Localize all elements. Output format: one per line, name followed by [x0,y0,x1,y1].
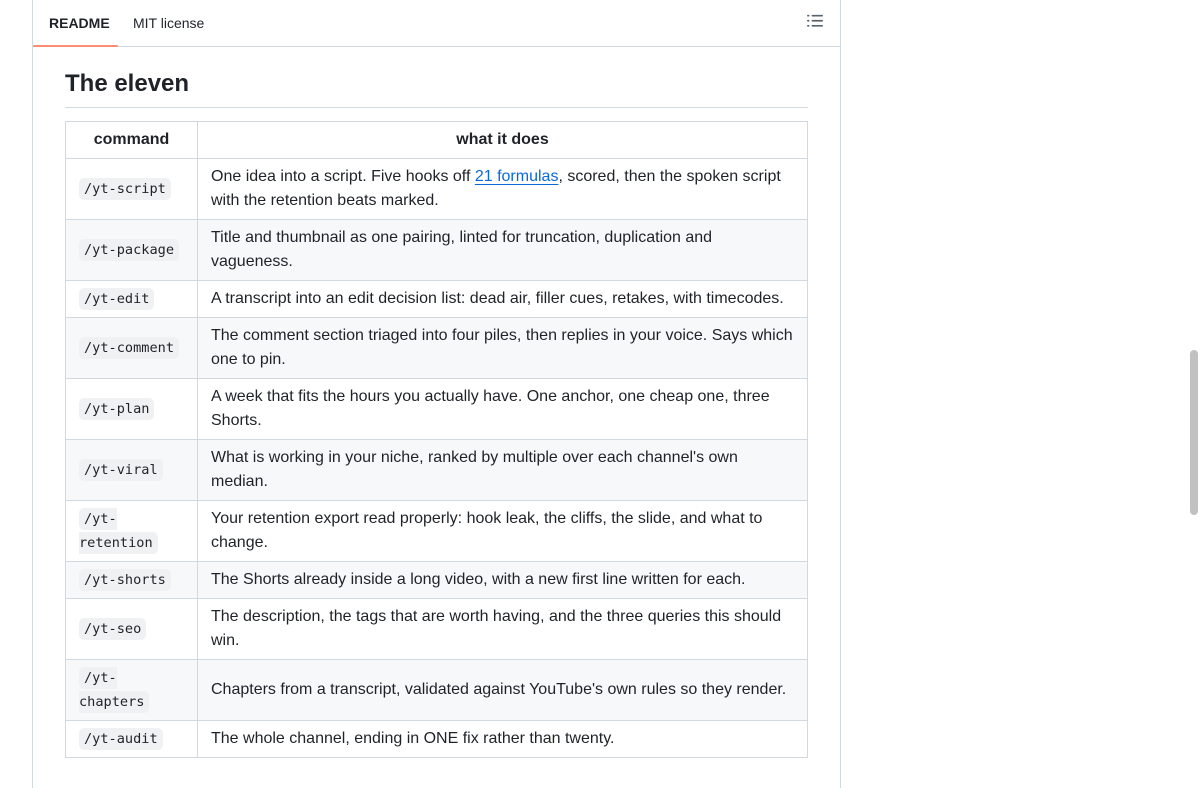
table-row: /yt-script One idea into a script. Five … [65,158,808,220]
description-cell: A week that fits the hours you actually … [197,378,808,440]
command-code: /yt-shorts [79,569,171,591]
command-cell: /yt-seo [65,598,198,660]
command-cell: /yt-package [65,219,198,281]
command-code: /yt-package [79,239,180,261]
command-code: /yt-plan [79,398,155,420]
column-header-command: command [65,121,198,159]
command-cell: /yt-comment [65,317,198,379]
table-row: /yt-seo The description, the tags that a… [65,598,808,660]
table-row: /yt-shorts The Shorts already inside a l… [65,561,808,599]
command-cell: /yt-retention [65,500,198,562]
description-cell: What is working in your niche, ranked by… [197,439,808,501]
command-code: /yt-script [79,178,171,200]
tab-readme[interactable]: README [33,0,118,47]
list-unordered-icon[interactable] [806,12,824,30]
page-scrollbar[interactable] [1190,350,1198,515]
description-cell: Title and thumbnail as one pairing, lint… [197,219,808,281]
description-cell: The whole channel, ending in ONE fix rat… [197,720,808,758]
command-code: /yt-edit [79,288,155,310]
command-cell: /yt-audit [65,720,198,758]
command-code: /yt-audit [79,728,163,750]
description-cell: Chapters from a transcript, validated ag… [197,659,808,721]
command-code: /yt-chapters [79,667,150,713]
table-row: /yt-retention Your retention export read… [65,500,808,562]
readme-tab-bar: README MIT license [33,0,840,47]
commands-table: command what it does /yt-script One idea… [65,121,808,758]
command-cell: /yt-chapters [65,659,198,721]
tab-mit-license[interactable]: MIT license [133,0,204,46]
table-row: /yt-chapters Chapters from a transcript,… [65,659,808,721]
column-header-description: what it does [197,121,808,159]
description-cell: The comment section triaged into four pi… [197,317,808,379]
command-cell: /yt-plan [65,378,198,440]
description-cell: A transcript into an edit decision list:… [197,280,808,318]
table-row: /yt-comment The comment section triaged … [65,317,808,379]
command-code: /yt-retention [79,508,158,554]
command-cell: /yt-script [65,158,198,220]
readme-panel: README MIT license The eleven command wh… [32,0,841,788]
table-row: /yt-package Title and thumbnail as one p… [65,219,808,281]
description-cell: The description, the tags that are worth… [197,598,808,660]
table-row: /yt-viral What is working in your niche,… [65,439,808,501]
command-code: /yt-seo [79,618,147,640]
command-cell: /yt-viral [65,439,198,501]
description-cell: The Shorts already inside a long video, … [197,561,808,599]
command-cell: /yt-shorts [65,561,198,599]
description-cell: One idea into a script. Five hooks off 2… [197,158,808,220]
table-row: /yt-audit The whole channel, ending in O… [65,720,808,758]
description-cell: Your retention export read properly: hoo… [197,500,808,562]
command-code: /yt-viral [79,459,163,481]
table-header-row: command what it does [65,121,808,159]
table-row: /yt-edit A transcript into an edit decis… [65,280,808,318]
table-row: /yt-plan A week that fits the hours you … [65,378,808,440]
description-text: One idea into a script. Five hooks off [211,168,475,185]
formulas-link[interactable]: 21 formulas [475,168,559,185]
command-code: /yt-comment [79,337,180,359]
section-heading: The eleven [65,66,808,108]
command-cell: /yt-edit [65,280,198,318]
